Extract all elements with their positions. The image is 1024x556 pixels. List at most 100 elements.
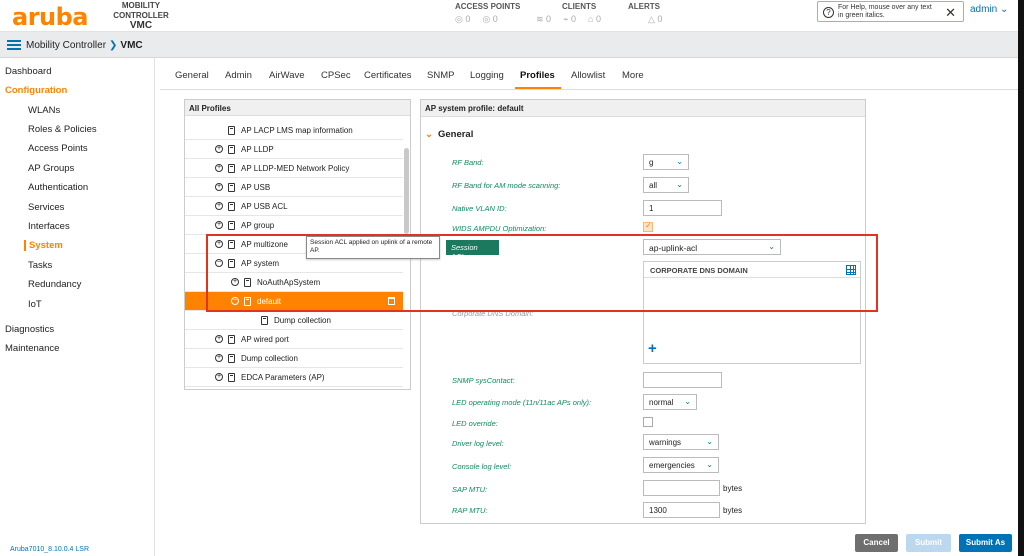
driver-log-select[interactable]: warnings ⌄ — [643, 434, 719, 450]
column-settings-icon[interactable] — [846, 265, 856, 275]
tab-profiles[interactable]: Profiles — [520, 70, 555, 81]
expand-icon[interactable]: + — [215, 202, 223, 210]
profiles-scrollbar[interactable] — [404, 148, 409, 234]
expand-icon[interactable]: + — [231, 278, 239, 286]
general-section-header[interactable]: ⌄ General — [425, 129, 473, 140]
expand-icon[interactable]: + — [215, 221, 223, 229]
expand-icon[interactable]: + — [215, 145, 223, 153]
aruba-logo[interactable]: aruba — [12, 3, 89, 31]
rap-mtu-label[interactable]: RAP MTU: — [452, 506, 488, 515]
remote-clients-count: ⌂ 0 — [588, 14, 601, 24]
nav-roles-policies[interactable]: Roles & Policies — [28, 124, 97, 135]
sap-mtu-unit: bytes — [723, 484, 743, 493]
tree-row-dump-collection[interactable]: + Dump collection — [185, 349, 403, 368]
collapse-icon[interactable]: − — [215, 259, 223, 267]
wids-ampdu-label[interactable]: WIDS AMPDU Optimization: — [452, 224, 546, 233]
corporate-dns-label[interactable]: Corporate DNS Domain: — [452, 309, 533, 318]
nav-tasks[interactable]: Tasks — [28, 260, 52, 271]
snmp-syscontact-input[interactable] — [643, 372, 722, 388]
tab-admin[interactable]: Admin — [225, 70, 252, 81]
snmp-syscontact-label[interactable]: SNMP sysContact: — [452, 376, 515, 385]
document-icon — [228, 354, 235, 363]
submit-as-button[interactable]: Submit As — [959, 534, 1012, 552]
nav-wlans[interactable]: WLANs — [28, 105, 60, 116]
tree-row-ap-lldp-med[interactable]: + AP LLDP-MED Network Policy — [185, 159, 403, 178]
native-vlan-label[interactable]: Native VLAN ID: — [452, 204, 507, 213]
sap-mtu-input[interactable] — [643, 480, 720, 496]
add-dns-icon[interactable]: + — [648, 340, 657, 357]
expand-icon[interactable]: + — [215, 164, 223, 172]
nav-redundancy[interactable]: Redundancy — [28, 279, 81, 290]
tree-row-ap-lacp-lms[interactable]: AP LACP LMS map information — [185, 121, 403, 140]
wids-ampdu-checkbox[interactable] — [643, 221, 653, 232]
driver-log-label[interactable]: Driver log level: — [452, 439, 504, 448]
tree-row-noauthapsystem[interactable]: + NoAuthApSystem — [185, 273, 403, 292]
nav-dashboard[interactable]: Dashboard — [5, 66, 51, 77]
tree-row-ap-usb[interactable]: + AP USB — [185, 178, 403, 197]
tree-row-ap-group[interactable]: + AP group — [185, 216, 403, 235]
rf-band-am-select[interactable]: all ⌄ — [643, 177, 689, 193]
nav-authentication[interactable]: Authentication — [28, 182, 88, 193]
expand-icon[interactable]: + — [215, 183, 223, 191]
nav-iot[interactable]: IoT — [28, 299, 42, 310]
led-mode-select[interactable]: normal ⌄ — [643, 394, 697, 410]
cancel-button[interactable]: Cancel — [855, 534, 898, 552]
nav-maintenance[interactable]: Maintenance — [5, 343, 59, 354]
expand-icon[interactable]: + — [215, 354, 223, 362]
tab-airwave[interactable]: AirWave — [269, 70, 305, 81]
nav-access-points[interactable]: Access Points — [28, 143, 88, 154]
console-log-select[interactable]: emergencies ⌄ — [643, 457, 719, 473]
version-label[interactable]: Aruba7010_8.10.0.4 LSR — [10, 546, 89, 553]
tree-row-ap-lldp[interactable]: + AP LLDP — [185, 140, 403, 159]
access-points-counts[interactable]: ◎ 0 ◎ 0 — [455, 14, 498, 25]
hamburger-menu-icon[interactable] — [7, 40, 21, 50]
tab-allowlist[interactable]: Allowlist — [571, 70, 605, 81]
alerts-counts[interactable]: △ 0 — [648, 14, 662, 25]
led-override-label[interactable]: LED override: — [452, 419, 498, 428]
close-icon[interactable]: ✕ — [945, 5, 956, 21]
tree-row-dump-collection-child[interactable]: Dump collection — [185, 311, 403, 330]
tree-row-edca-parameters[interactable]: + EDCA Parameters (AP) — [185, 368, 403, 387]
nav-diagnostics[interactable]: Diagnostics — [5, 324, 54, 335]
led-mode-label[interactable]: LED operating mode (11n/11ac APs only): — [452, 398, 591, 407]
user-menu[interactable]: admin ⌄ — [970, 4, 1008, 15]
expand-icon[interactable]: + — [215, 373, 223, 381]
tree-row-ap-usb-acl[interactable]: + AP USB ACL — [185, 197, 403, 216]
tab-more[interactable]: More — [622, 70, 644, 81]
session-acl-select[interactable]: ap-uplink-acl ⌄ — [643, 239, 781, 255]
tab-cpsec[interactable]: CPSec — [321, 70, 351, 81]
tab-certificates[interactable]: Certificates — [364, 70, 412, 81]
breadcrumb-root[interactable]: Mobility Controller — [26, 40, 106, 51]
session-acl-label[interactable]: Session ACL: — [446, 240, 499, 261]
nav-interfaces[interactable]: Interfaces — [28, 221, 70, 232]
rf-band-label[interactable]: RF Band: — [452, 158, 484, 167]
submit-button[interactable]: Submit — [906, 534, 951, 552]
alerts-label[interactable]: ALERTS — [628, 2, 660, 11]
sap-mtu-label[interactable]: SAP MTU: — [452, 485, 487, 494]
rap-mtu-input[interactable]: 1300 — [643, 502, 720, 518]
rf-band-select[interactable]: g ⌄ — [643, 154, 689, 170]
expand-icon[interactable]: + — [215, 335, 223, 343]
system-tabs: General Admin AirWave CPSec Certificates… — [160, 58, 1024, 90]
access-points-label[interactable]: ACCESS POINTS — [455, 2, 520, 11]
tab-snmp[interactable]: SNMP — [427, 70, 454, 81]
alerts-count: △ 0 — [648, 14, 663, 24]
breadcrumb-bar: Mobility Controller ❯ VMC — [0, 32, 1024, 58]
clients-counts[interactable]: ≋ 0 ⌁ 0 ⌂ 0 — [536, 14, 601, 25]
console-log-label[interactable]: Console log level: — [452, 462, 511, 471]
nav-ap-groups[interactable]: AP Groups — [28, 163, 74, 174]
nav-services[interactable]: Services — [28, 202, 64, 213]
collapse-icon[interactable]: − — [231, 297, 239, 305]
tree-row-ap-wired-port[interactable]: + AP wired port — [185, 330, 403, 349]
rf-band-am-label[interactable]: RF Band for AM mode scanning: — [452, 181, 560, 190]
tab-general[interactable]: General — [175, 70, 209, 81]
delete-icon[interactable] — [388, 297, 395, 305]
nav-configuration[interactable]: Configuration — [5, 85, 67, 96]
clients-label[interactable]: CLIENTS — [562, 2, 596, 11]
expand-icon[interactable]: + — [215, 240, 223, 248]
tab-logging[interactable]: Logging — [470, 70, 504, 81]
nav-system[interactable]: System — [24, 240, 63, 251]
led-override-checkbox[interactable] — [643, 417, 653, 427]
tree-row-default[interactable]: − default — [185, 292, 403, 311]
native-vlan-input[interactable]: 1 — [643, 200, 722, 216]
